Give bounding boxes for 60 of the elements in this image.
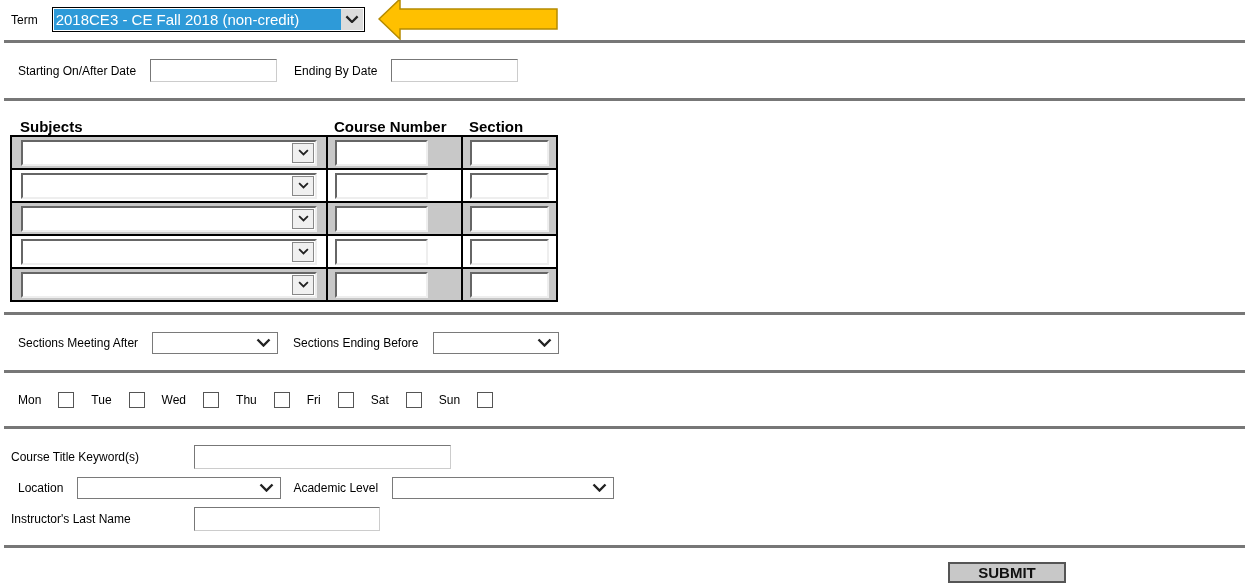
field-label: Sun bbox=[438, 391, 461, 409]
day-checkbox[interactable] bbox=[477, 391, 494, 408]
chevron-down-icon bbox=[297, 248, 309, 255]
field-label: Academic Level bbox=[293, 479, 379, 497]
date-field[interactable] bbox=[150, 59, 278, 82]
chevron-down-icon bbox=[297, 182, 309, 189]
section-field[interactable] bbox=[470, 271, 549, 298]
section-field[interactable] bbox=[470, 172, 549, 199]
date-field[interactable] bbox=[391, 59, 519, 82]
field-label: Tue bbox=[91, 391, 112, 409]
field-label: Instructor's Last Name bbox=[11, 510, 132, 528]
field-label: Sat bbox=[370, 391, 389, 409]
chevron-down-icon bbox=[536, 338, 552, 347]
day-checkbox[interactable] bbox=[273, 391, 290, 408]
chevron-down-icon bbox=[297, 215, 309, 222]
submit-button[interactable]: SUBMIT bbox=[948, 562, 1066, 583]
field-label: Term bbox=[11, 12, 38, 29]
field-label: Fri bbox=[306, 391, 321, 409]
day-checkbox[interactable] bbox=[203, 391, 220, 408]
field-label: Starting On/After Date bbox=[18, 62, 137, 80]
field-label: Ending By Date bbox=[294, 62, 378, 80]
course-number-field[interactable] bbox=[335, 172, 428, 199]
instructor-field[interactable] bbox=[194, 506, 380, 531]
field-label: Location bbox=[18, 479, 64, 497]
subject-dropdown[interactable] bbox=[21, 205, 317, 232]
section-field[interactable] bbox=[470, 139, 549, 166]
subject-dropdown[interactable] bbox=[21, 139, 317, 166]
academic-level-dropdown[interactable] bbox=[392, 476, 615, 499]
chevron-down-icon bbox=[259, 483, 275, 492]
section-field[interactable] bbox=[470, 238, 549, 265]
field-label: Wed bbox=[161, 391, 187, 409]
course-number-field[interactable] bbox=[335, 139, 428, 166]
course-number-field[interactable] bbox=[335, 271, 428, 298]
field-label: Thu bbox=[236, 391, 257, 409]
time-dropdown[interactable] bbox=[432, 331, 559, 354]
section-field[interactable] bbox=[470, 205, 549, 232]
field-label: Sections Meeting After bbox=[18, 334, 139, 352]
field-label: Mon bbox=[18, 391, 42, 409]
chevron-down-icon bbox=[297, 281, 309, 288]
subject-dropdown[interactable] bbox=[21, 271, 317, 298]
subject-dropdown[interactable] bbox=[21, 238, 317, 265]
day-checkbox[interactable] bbox=[405, 391, 422, 408]
keyword-field[interactable] bbox=[194, 444, 451, 469]
subject-dropdown[interactable] bbox=[21, 172, 317, 199]
field-label: Sections Ending Before bbox=[293, 334, 419, 352]
day-checkbox[interactable] bbox=[337, 391, 354, 408]
column-header: Section bbox=[469, 118, 524, 135]
column-header: Course Number bbox=[334, 118, 447, 135]
course-number-field[interactable] bbox=[335, 205, 428, 232]
field-label: Course Title Keyword(s) bbox=[11, 448, 141, 466]
time-dropdown[interactable] bbox=[152, 331, 279, 354]
chevron-down-icon bbox=[592, 483, 608, 492]
course-number-field[interactable] bbox=[335, 238, 428, 265]
location-dropdown[interactable] bbox=[77, 476, 282, 499]
day-checkbox[interactable] bbox=[128, 391, 145, 408]
chevron-down-icon bbox=[344, 14, 359, 24]
chevron-down-icon bbox=[256, 338, 272, 347]
column-header: Subjects bbox=[20, 118, 83, 135]
chevron-down-icon bbox=[297, 149, 309, 156]
day-checkbox[interactable] bbox=[58, 391, 75, 408]
